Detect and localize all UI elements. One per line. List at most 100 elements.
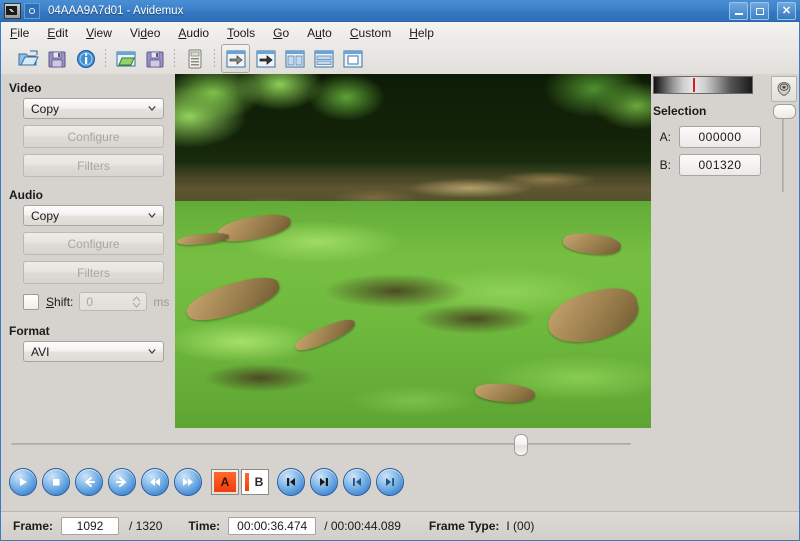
go-to-end-button[interactable] xyxy=(376,468,404,496)
time-input[interactable]: 00:00:36.474 xyxy=(228,517,317,535)
encoder-sidebar: Video Copy Configure Filters Audio Copy … xyxy=(1,74,174,427)
set-marker-b-button[interactable]: B xyxy=(241,469,269,495)
rewind-button[interactable] xyxy=(141,468,169,496)
selection-b-label: B: xyxy=(659,158,671,172)
menu-bar: FFileile Edit View Video Audio Tools Go … xyxy=(1,22,799,44)
menu-custom[interactable]: Custom xyxy=(341,24,400,42)
menu-view[interactable]: View xyxy=(77,24,121,42)
audio-meter xyxy=(653,76,753,94)
menu-help[interactable]: Help xyxy=(400,24,443,42)
format-section-title: Format xyxy=(9,324,50,338)
menu-go[interactable]: Go xyxy=(264,24,298,42)
video-filters-button[interactable]: Filters xyxy=(23,154,164,177)
close-icon: ✕ xyxy=(781,4,792,17)
audio-shift-unit: ms xyxy=(153,294,170,309)
main-content: Video Copy Configure Filters Audio Copy … xyxy=(1,74,799,533)
spinner-arrows-icon xyxy=(132,295,141,308)
video-codec-value: Copy xyxy=(31,101,60,116)
audio-codec-value: Copy xyxy=(31,208,60,223)
video-codec-select[interactable]: Copy xyxy=(23,98,164,119)
save-file-icon[interactable] xyxy=(43,45,70,72)
format-container-select[interactable]: AVI xyxy=(23,341,164,362)
toolbar xyxy=(1,43,799,75)
next-keyframe-button[interactable] xyxy=(310,468,338,496)
previous-keyframe-button[interactable] xyxy=(277,468,305,496)
audio-shift-spinner[interactable]: 0 xyxy=(79,292,148,311)
audio-configure-button[interactable]: Configure xyxy=(23,232,164,255)
volume-slider-handle[interactable] xyxy=(773,104,796,119)
avidemux-window: 04AAA9A7d01 - Avidemux ✕ FFileile Edit V… xyxy=(0,0,800,541)
frame-type-label: Frame Type: xyxy=(428,519,500,533)
time-label: Time: xyxy=(188,519,221,533)
audio-meter-needle xyxy=(693,78,696,92)
chevron-down-icon xyxy=(148,348,156,354)
window-controls: ✕ xyxy=(729,2,796,20)
selection-a-field[interactable]: 000000 xyxy=(679,126,761,148)
forward-button[interactable] xyxy=(174,468,202,496)
selection-panel: Selection A: 000000 B: 001320 xyxy=(649,74,799,533)
audio-shift-checkbox[interactable] xyxy=(23,293,39,310)
chevron-down-icon xyxy=(148,212,156,218)
split-vertical-icon[interactable] xyxy=(281,45,308,72)
video-configure-button[interactable]: Configure xyxy=(23,125,164,148)
info-icon[interactable] xyxy=(72,45,99,72)
frame-total: / 1320 xyxy=(129,519,163,533)
status-bar: Frame: 1092 / 1320 Time: 00:00:36.474 / … xyxy=(1,511,799,540)
menu-file[interactable]: FFileile xyxy=(1,24,38,42)
window-title: 04AAA9A7d01 - Avidemux xyxy=(48,4,184,17)
stop-button[interactable] xyxy=(42,468,70,496)
frame-input[interactable]: 1092 xyxy=(61,517,120,535)
menu-auto[interactable]: Auto xyxy=(298,24,341,42)
toolbar-separator xyxy=(214,48,215,69)
play-button[interactable] xyxy=(9,468,37,496)
video-preview[interactable] xyxy=(175,74,651,428)
split-horizontal-icon[interactable] xyxy=(310,45,337,72)
avidemux-icon xyxy=(4,2,21,19)
audio-filters-button[interactable]: Filters xyxy=(23,261,164,284)
audio-shift-value: 0 xyxy=(86,294,94,309)
frame-label: Frame: xyxy=(13,519,54,533)
volume-icon[interactable] xyxy=(771,76,797,102)
selection-a-row: A: 000000 xyxy=(653,126,761,148)
selection-a-label: A: xyxy=(659,130,671,144)
marker-b-label: B xyxy=(254,475,264,489)
audio-shift-label: Shift: xyxy=(46,294,74,309)
menu-video[interactable]: Video xyxy=(121,24,170,42)
format-container-value: AVI xyxy=(31,344,50,359)
audio-section-title: Audio xyxy=(9,188,43,202)
title-bar: 04AAA9A7d01 - Avidemux ✕ xyxy=(0,0,800,22)
export-icon[interactable] xyxy=(252,45,279,72)
selection-b-field[interactable]: 001320 xyxy=(679,154,761,176)
selection-b-row: B: 001320 xyxy=(653,154,761,176)
marker-a-label: A xyxy=(220,475,230,489)
open-project-icon[interactable] xyxy=(112,45,139,72)
video-section-title: Video xyxy=(9,81,42,95)
menu-edit[interactable]: Edit xyxy=(38,24,77,42)
seek-handle[interactable] xyxy=(513,434,528,456)
chevron-down-icon xyxy=(148,105,156,111)
selection-title: Selection xyxy=(653,104,707,118)
append-icon[interactable] xyxy=(221,44,250,73)
toolbar-separator xyxy=(105,48,106,69)
open-file-icon[interactable] xyxy=(14,45,41,72)
single-view-icon[interactable] xyxy=(339,45,366,72)
calculator-icon[interactable] xyxy=(181,45,208,72)
toolbar-separator xyxy=(174,48,175,69)
save-project-icon[interactable] xyxy=(141,45,168,72)
close-button[interactable]: ✕ xyxy=(777,2,796,20)
maximize-button[interactable] xyxy=(750,2,769,20)
menu-tools[interactable]: Tools xyxy=(218,24,264,42)
audio-codec-select[interactable]: Copy xyxy=(23,205,164,226)
frame-type-value: I (00) xyxy=(506,519,535,533)
set-marker-a-button[interactable]: A xyxy=(211,469,239,495)
time-total: / 00:00:44.089 xyxy=(324,519,401,533)
next-frame-button[interactable] xyxy=(108,468,136,496)
minimize-button[interactable] xyxy=(729,2,748,20)
seek-bar[interactable] xyxy=(1,430,646,458)
go-to-start-button[interactable] xyxy=(343,468,371,496)
window-menu-icon[interactable] xyxy=(24,2,40,19)
previous-frame-button[interactable] xyxy=(75,468,103,496)
menu-audio[interactable]: Audio xyxy=(169,24,218,42)
transport-controls: A B xyxy=(9,462,649,502)
seek-track[interactable] xyxy=(11,443,631,445)
